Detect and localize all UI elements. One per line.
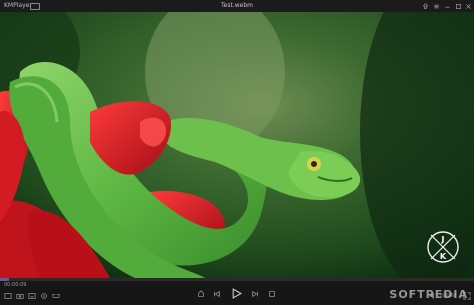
minimize-icon[interactable]: [443, 1, 452, 11]
pin-icon[interactable]: [421, 1, 430, 11]
menu-icon[interactable]: [432, 1, 441, 11]
capture-icon[interactable]: [15, 291, 24, 300]
playback-time: 00:00:09: [4, 282, 27, 288]
file-title: Test.webm: [221, 2, 253, 9]
logo-letter-j: J: [441, 235, 445, 244]
stop-icon[interactable]: [267, 289, 277, 299]
logo-letter-k: K: [440, 252, 447, 261]
video-image: J K: [0, 12, 474, 278]
title-bar[interactable]: KMPlayer Test.webm: [0, 0, 474, 12]
close-icon[interactable]: [464, 1, 473, 11]
settings-icon[interactable]: [39, 291, 48, 300]
playlist-icon[interactable]: [3, 291, 12, 300]
previous-icon[interactable]: [212, 289, 222, 299]
play-icon[interactable]: [230, 287, 243, 300]
next-icon[interactable]: [250, 289, 260, 299]
control-bar: 00:00:09 SOFTPEDIA: [0, 281, 474, 305]
subtitle-icon[interactable]: [27, 291, 36, 300]
maximize-icon[interactable]: [454, 1, 463, 11]
video-frame[interactable]: J K: [0, 12, 474, 278]
kmplayer-window: KMPlayer Test.webm J K 00:00:09 SOFTPEDI…: [0, 0, 474, 305]
stop-repeat-icon[interactable]: [196, 289, 206, 299]
vr-icon[interactable]: [51, 291, 60, 300]
softpedia-watermark: SOFTPEDIA: [389, 288, 468, 301]
